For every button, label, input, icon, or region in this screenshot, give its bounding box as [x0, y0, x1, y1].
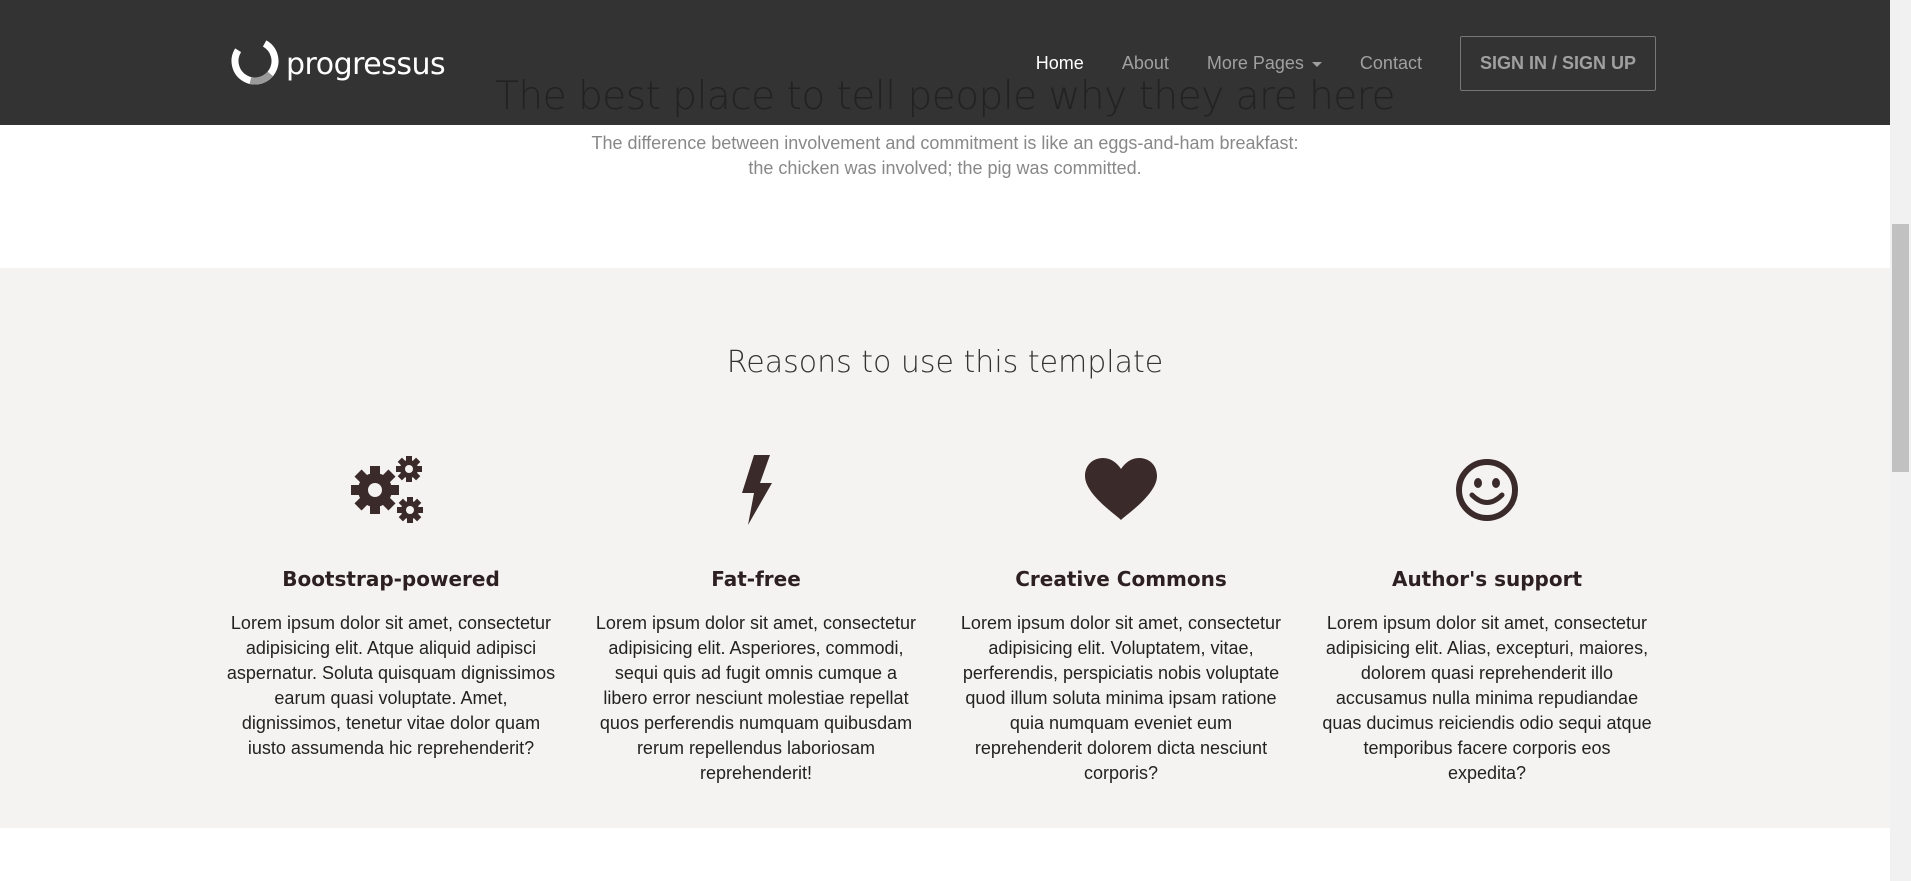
feature-bootstrap: Bootstrap-powered Lorem ipsum dolor sit …: [226, 454, 556, 761]
feature-title: Author's support: [1391, 567, 1583, 591]
caret-down-icon: [1311, 62, 1322, 67]
page-title: The best place to tell people why they a…: [495, 74, 1395, 119]
reasons-title: Reasons to use this template: [726, 345, 1164, 380]
intro-lead-line-1: The difference between involvement and c…: [591, 133, 1299, 153]
feature-fat-free: Fat-free Lorem ipsum dolor sit amet, con…: [591, 454, 921, 786]
feature-text: Lorem ipsum dolor sit amet, consectetur …: [595, 613, 917, 783]
nav-more-pages[interactable]: More Pages: [1207, 53, 1322, 74]
nav-home[interactable]: Home: [1036, 53, 1084, 74]
heart-icon: [956, 454, 1286, 526]
feature-title: Creative Commons: [1015, 567, 1227, 591]
feature-title: Fat-free: [711, 567, 801, 591]
feature-text: Lorem ipsum dolor sit amet, consectetur …: [1322, 613, 1652, 783]
feature-text: Lorem ipsum dolor sit amet, consectetur …: [960, 613, 1282, 783]
nav-about[interactable]: About: [1122, 53, 1169, 74]
feature-author-support: Author's support Lorem ipsum dolor sit a…: [1322, 454, 1652, 786]
feature-creative-commons: Creative Commons Lorem ipsum dolor sit a…: [956, 454, 1286, 786]
nav-contact[interactable]: Contact: [1360, 53, 1422, 74]
flash-icon: [591, 454, 921, 526]
intro-lead-line-2: the chicken was involved; the pig was co…: [748, 158, 1142, 178]
smile-icon: [1322, 454, 1652, 526]
intro-lead: The difference between involvement and c…: [0, 131, 1890, 181]
feature-title: Bootstrap-powered: [282, 567, 500, 591]
nav-more-pages-label: More Pages: [1206, 53, 1304, 73]
reasons-section: Reasons to use this template Bootstrap-p…: [0, 268, 1890, 828]
scrollbar-thumb[interactable]: [1892, 224, 1909, 472]
gears-icon: [226, 454, 556, 526]
page-scrollbar[interactable]: [1890, 0, 1911, 881]
feature-text: Lorem ipsum dolor sit amet, consectetur …: [226, 613, 556, 758]
